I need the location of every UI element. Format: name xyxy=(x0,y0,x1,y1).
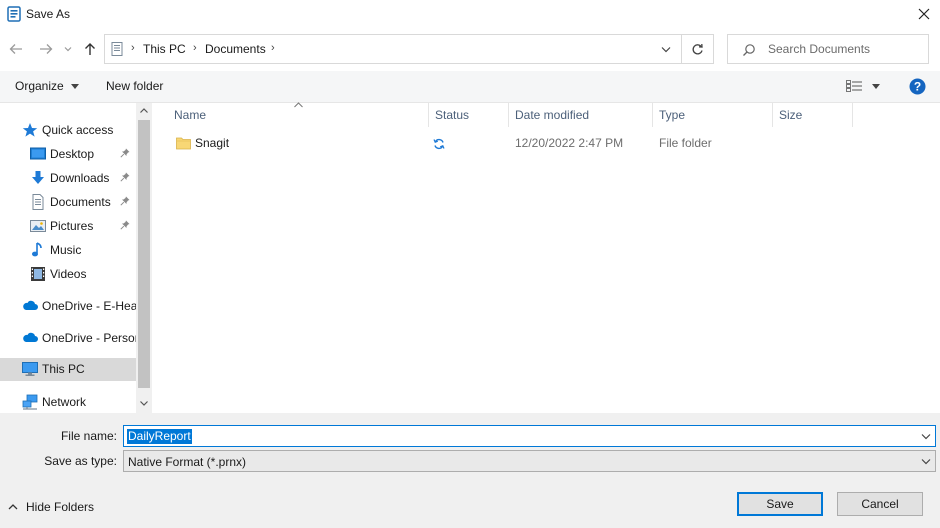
computer-icon xyxy=(22,361,38,377)
column-header-size[interactable]: Size xyxy=(773,103,853,127)
sidebar-item-onedrive-business[interactable]: OneDrive - E-Heal xyxy=(0,295,140,317)
sidebar-item-desktop[interactable]: Desktop xyxy=(0,143,136,165)
video-icon xyxy=(30,266,46,282)
command-bar: Organize New folder ? xyxy=(0,71,940,103)
this-pc-icon xyxy=(109,41,125,57)
new-folder-button[interactable]: New folder xyxy=(106,79,163,93)
file-list: Name Status Date modified Type Size Snag… xyxy=(152,102,940,413)
sort-ascending-icon xyxy=(294,102,303,108)
pin-icon[interactable] xyxy=(120,148,130,158)
sidebar-item-label: Network xyxy=(42,395,87,409)
search-input[interactable]: Search Documents xyxy=(727,34,929,64)
sidebar-item-label: Desktop xyxy=(50,147,95,161)
up-arrow-icon[interactable] xyxy=(80,39,100,59)
column-header-type[interactable]: Type xyxy=(653,103,773,127)
file-name-field[interactable]: DailyReport xyxy=(123,425,936,447)
file-type: File folder xyxy=(659,136,712,150)
column-type-label: Type xyxy=(659,108,686,122)
help-icon[interactable]: ? xyxy=(909,78,926,95)
organize-label: Organize xyxy=(15,79,64,93)
column-header-date-modified[interactable]: Date modified xyxy=(509,103,653,127)
sidebar-item-label: This PC xyxy=(42,362,85,376)
search-placeholder: Search Documents xyxy=(768,42,871,56)
scroll-down-chevron-icon[interactable] xyxy=(140,401,148,406)
search-icon xyxy=(742,43,756,57)
sidebar-item-label: Pictures xyxy=(50,219,94,233)
sidebar-item-music[interactable]: Music xyxy=(0,239,136,261)
sidebar-item-label: Music xyxy=(50,243,82,257)
file-name-value: DailyReport xyxy=(127,429,192,444)
sync-icon xyxy=(433,138,445,150)
refresh-icon[interactable] xyxy=(682,34,714,64)
sidebar-item-label: Videos xyxy=(50,267,87,281)
sidebar-item-videos[interactable]: Videos xyxy=(0,263,136,285)
sidebar-item-pictures[interactable]: Pictures xyxy=(0,215,136,237)
cancel-button[interactable]: Cancel xyxy=(837,492,923,516)
sidebar-item-documents[interactable]: Documents xyxy=(0,191,136,213)
title-bar: Save As xyxy=(0,0,940,30)
file-name: Snagit xyxy=(195,136,230,150)
breadcrumb-this-pc[interactable]: This PC xyxy=(143,42,186,56)
scrollbar-thumb[interactable] xyxy=(138,120,150,388)
sidebar-item-quick-access[interactable]: Quick access xyxy=(0,119,136,141)
view-details-icon[interactable] xyxy=(846,80,864,92)
network-icon xyxy=(22,394,38,410)
column-date-label: Date modified xyxy=(515,108,590,122)
chevron-up-icon xyxy=(8,504,18,510)
forward-arrow-icon[interactable] xyxy=(36,39,56,59)
breadcrumb-documents[interactable]: Documents xyxy=(205,42,266,56)
pin-icon[interactable] xyxy=(120,196,130,206)
file-date-modified: 12/20/2022 2:47 PM xyxy=(515,136,624,150)
organize-button[interactable]: Organize xyxy=(15,79,80,93)
breadcrumb-separator-icon[interactable]: › xyxy=(271,42,275,54)
sidebar-item-network[interactable]: Network xyxy=(0,391,136,413)
column-name-label: Name xyxy=(174,108,207,122)
save-button[interactable]: Save xyxy=(737,492,823,516)
address-dropdown-chevron-down-icon[interactable] xyxy=(661,46,671,53)
folder-icon xyxy=(176,136,191,150)
sidebar-item-label: OneDrive - E-Heal xyxy=(42,299,141,313)
column-header-status[interactable]: Status xyxy=(429,103,509,127)
column-status-label: Status xyxy=(435,108,470,122)
app-icon xyxy=(6,6,22,22)
pin-icon[interactable] xyxy=(120,220,130,230)
hide-folders-button[interactable]: Hide Folders xyxy=(8,500,94,514)
column-size-label: Size xyxy=(779,108,803,122)
save-as-type-select[interactable]: Native Format (*.prnx) xyxy=(123,450,936,472)
breadcrumb-separator-icon: › xyxy=(193,42,197,54)
breadcrumb-separator-icon: › xyxy=(131,42,135,54)
view-options-chevron-down-icon[interactable] xyxy=(872,84,880,89)
save-as-type-value: Native Format (*.prnx) xyxy=(128,455,247,469)
document-icon xyxy=(30,194,46,210)
sidebar-item-onedrive-personal[interactable]: OneDrive - Persor xyxy=(0,327,139,349)
hide-folders-label: Hide Folders xyxy=(26,500,95,514)
window-title: Save As xyxy=(26,7,71,21)
chevron-down-icon xyxy=(71,84,80,90)
save-as-type-label: Save as type: xyxy=(44,454,117,468)
address-bar[interactable]: › This PC › Documents › xyxy=(104,34,682,64)
cloud-icon xyxy=(22,298,38,314)
pictures-icon xyxy=(30,218,46,234)
desktop-icon xyxy=(30,146,46,162)
sidebar-item-label: Quick access xyxy=(42,123,114,137)
close-icon[interactable] xyxy=(910,2,938,26)
save-as-type-chevron-down-icon xyxy=(921,458,931,465)
star-icon xyxy=(22,122,38,138)
svg-text:?: ? xyxy=(914,80,921,94)
recent-locations-chevron-down-icon[interactable] xyxy=(60,39,76,59)
download-icon xyxy=(30,170,46,186)
file-name-chevron-down-icon[interactable] xyxy=(921,433,931,440)
back-arrow-icon[interactable] xyxy=(6,39,26,59)
sidebar-item-downloads[interactable]: Downloads xyxy=(0,167,136,189)
navigation-pane: Quick access Desktop Downloads Documents… xyxy=(0,103,152,413)
sidebar-item-label: OneDrive - Persor xyxy=(42,331,139,345)
cloud-icon xyxy=(22,330,38,346)
scroll-up-chevron-icon[interactable] xyxy=(140,108,148,113)
pin-icon[interactable] xyxy=(120,172,130,182)
sidebar-item-this-pc[interactable]: This PC xyxy=(0,358,136,381)
sidebar-item-label: Documents xyxy=(50,195,111,209)
sidebar-item-label: Downloads xyxy=(50,171,110,185)
music-icon xyxy=(30,242,46,258)
file-name-label: File name: xyxy=(60,429,117,443)
